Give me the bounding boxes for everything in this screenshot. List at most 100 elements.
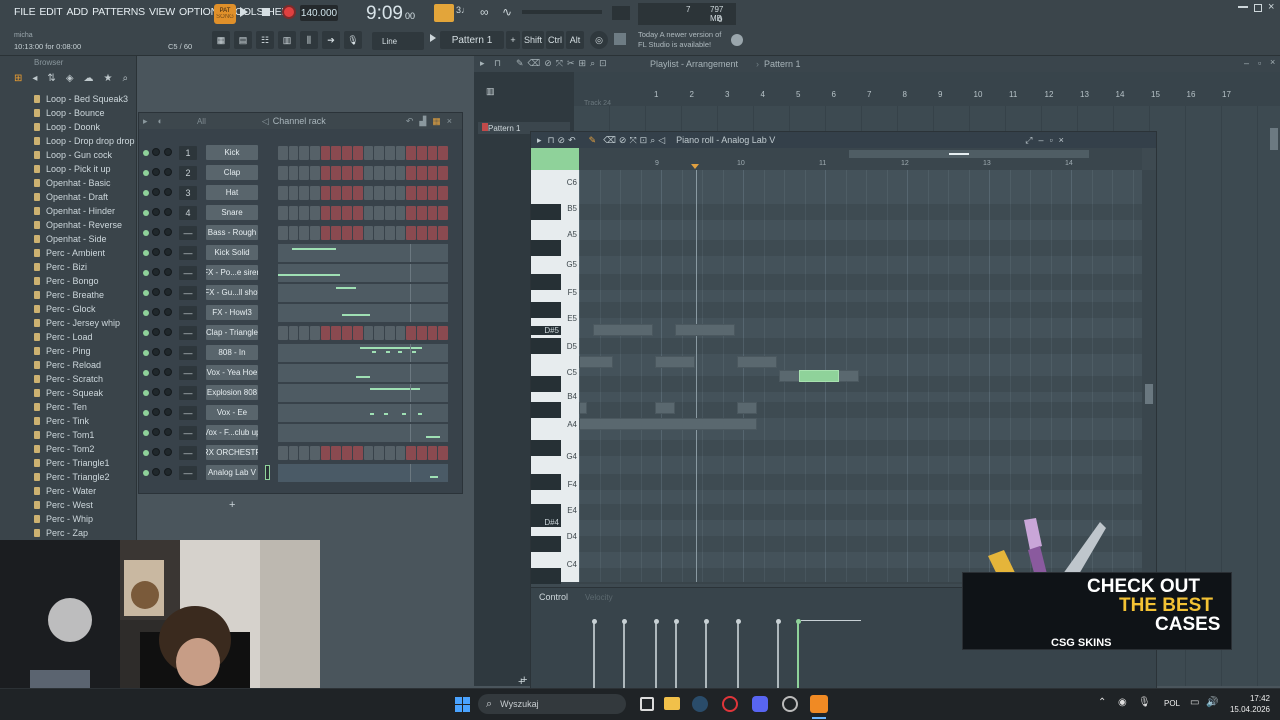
menu-patterns[interactable]: PATTERNS: [90, 6, 147, 18]
black-key[interactable]: [531, 376, 561, 392]
pan-knob[interactable]: [152, 188, 160, 196]
volume-knob[interactable]: [164, 308, 172, 316]
browser-item[interactable]: Perc - Breathe: [0, 288, 135, 302]
black-key[interactable]: [531, 474, 561, 490]
step-button[interactable]: [416, 146, 427, 160]
step-button[interactable]: [416, 206, 427, 220]
channel-name[interactable]: Snare: [206, 205, 258, 220]
pan-knob[interactable]: [152, 388, 160, 396]
mixer-track-number[interactable]: —: [179, 426, 197, 440]
playlist-bar-number[interactable]: 14: [1116, 90, 1125, 99]
step-button[interactable]: [352, 226, 363, 240]
pan-knob[interactable]: [152, 448, 160, 456]
playlist-options-icon[interactable]: ▸: [480, 58, 485, 69]
menu-view[interactable]: VIEW: [147, 6, 177, 18]
piano-roll-icon[interactable]: ▥: [278, 31, 296, 49]
mixer-track-number[interactable]: 2: [179, 166, 197, 180]
step-sequencer[interactable]: [278, 166, 448, 180]
step-button[interactable]: [427, 146, 438, 160]
pan-knob[interactable]: [152, 168, 160, 176]
velocity-handle[interactable]: [591, 619, 597, 624]
channel-name[interactable]: FX - Gu...ll shot: [206, 285, 258, 300]
step-button[interactable]: [363, 146, 374, 160]
black-key[interactable]: [531, 240, 561, 256]
step-button[interactable]: [310, 186, 320, 200]
mute-led-icon[interactable]: [143, 150, 149, 156]
step-button[interactable]: [363, 186, 374, 200]
velocity-handle[interactable]: [795, 619, 801, 624]
step-button[interactable]: [288, 186, 299, 200]
rack-options-icon[interactable]: ▸: [143, 116, 148, 127]
step-button[interactable]: [395, 446, 406, 460]
mixer-track-number[interactable]: —: [179, 366, 197, 380]
channel-name[interactable]: Explosion 808: [206, 385, 258, 400]
note[interactable]: [655, 402, 675, 414]
rack-swing-icon[interactable]: ◐: [158, 116, 163, 126]
playlist-bar-number[interactable]: 1: [654, 90, 658, 99]
step-button[interactable]: [406, 146, 416, 160]
waveform-icon[interactable]: ∿: [502, 5, 520, 21]
shift-key[interactable]: Shift: [522, 31, 544, 49]
step-button[interactable]: [384, 446, 395, 460]
master-volume-slider[interactable]: [522, 10, 602, 14]
step-button[interactable]: [363, 206, 374, 220]
note[interactable]: [675, 324, 735, 336]
browser-item[interactable]: Openhat - Hinder: [0, 204, 135, 218]
clock[interactable]: 17:42 15.04.2026: [1226, 693, 1270, 715]
step-sequencer[interactable]: [278, 326, 448, 340]
velocity-handle[interactable]: [673, 619, 679, 624]
step-button[interactable]: [427, 446, 438, 460]
volume-knob[interactable]: [164, 188, 172, 196]
step-button[interactable]: [438, 146, 448, 160]
browser-item[interactable]: Loop - Drop drop drop: [0, 134, 135, 148]
mini-piano-roll[interactable]: [278, 304, 448, 322]
discord-icon[interactable]: [752, 696, 768, 712]
step-button[interactable]: [299, 446, 310, 460]
close-icon[interactable]: ×: [1268, 1, 1274, 13]
step-button[interactable]: [427, 206, 438, 220]
velocity-bar[interactable]: [623, 622, 625, 692]
step-button[interactable]: [310, 226, 320, 240]
channel-name[interactable]: Clap - Triangle: [206, 325, 258, 340]
step-button[interactable]: [384, 146, 395, 160]
channel-name[interactable]: Analog Lab V: [206, 465, 258, 480]
step-button[interactable]: [384, 206, 395, 220]
pr-bar-number[interactable]: 12: [901, 160, 909, 167]
velocity-bar[interactable]: [737, 622, 739, 692]
mixer-track-number[interactable]: —: [179, 346, 197, 360]
playlist-close-icon[interactable]: ×: [1270, 57, 1275, 67]
step-button[interactable]: [299, 226, 310, 240]
rack-back-icon[interactable]: ◁: [262, 116, 269, 127]
step-button[interactable]: [395, 326, 406, 340]
step-button[interactable]: [395, 206, 406, 220]
fl-studio-taskbar-icon[interactable]: [810, 695, 828, 713]
browser-item[interactable]: Perc - Tink: [0, 414, 135, 428]
step-button[interactable]: [352, 186, 363, 200]
add-channel-button[interactable]: +: [229, 499, 235, 511]
tray-chevron-icon[interactable]: ⌃: [1098, 697, 1106, 708]
step-button[interactable]: [299, 326, 310, 340]
step-button[interactable]: [416, 326, 427, 340]
browser-item[interactable]: Perc - Triangle1: [0, 456, 135, 470]
step-button[interactable]: [438, 166, 448, 180]
step-button[interactable]: [363, 166, 374, 180]
mini-piano-roll[interactable]: [278, 384, 448, 402]
browser-item[interactable]: Perc - Ten: [0, 400, 135, 414]
step-button[interactable]: [278, 166, 288, 180]
step-button[interactable]: [320, 166, 331, 180]
playlist-bar-number[interactable]: 5: [796, 90, 800, 99]
velocity-bar[interactable]: [655, 622, 657, 692]
countdown-icon[interactable]: 3♩: [456, 5, 474, 21]
browser-item[interactable]: Perc - Ambient: [0, 246, 135, 260]
plugin-icon[interactable]: ➔: [322, 31, 340, 49]
mini-piano-roll[interactable]: [278, 244, 448, 262]
step-button[interactable]: [288, 166, 299, 180]
mixer-track-number[interactable]: —: [179, 326, 197, 340]
mini-piano-roll[interactable]: [278, 264, 448, 282]
collapse-icon[interactable]: ◂: [32, 73, 37, 84]
mixer-track-number[interactable]: —: [179, 286, 197, 300]
velocity-handle[interactable]: [703, 619, 709, 624]
step-button[interactable]: [320, 186, 331, 200]
browser-item[interactable]: Perc - Load: [0, 330, 135, 344]
velocity-bar[interactable]: [777, 622, 779, 692]
